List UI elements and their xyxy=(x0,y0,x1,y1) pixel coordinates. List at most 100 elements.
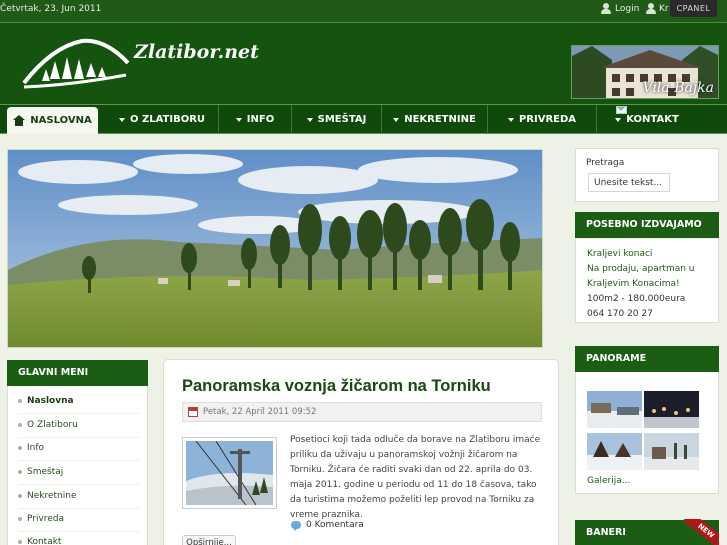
featured-link[interactable]: Kraljevi konaci xyxy=(587,247,707,262)
featured-heading: POSEBNO IZDVAJAMO xyxy=(575,212,719,238)
panorame-heading: PANORAME xyxy=(575,346,719,372)
chevron-down-icon xyxy=(507,117,514,122)
bullet-icon xyxy=(18,540,22,544)
cable-car-photo xyxy=(186,440,273,506)
comments-link[interactable]: 0 Komentara xyxy=(291,520,364,531)
featured-text-2: Kraljevim Konacima! xyxy=(587,279,680,289)
chevron-down-icon xyxy=(118,117,125,122)
nav-o-zlatiboru[interactable]: O ZLATIBORU xyxy=(106,105,219,134)
menu-divider xyxy=(18,508,139,509)
main-nav: NASLOVNA O ZLATIBORU INFO SMEŠTAJ NEKRET… xyxy=(0,104,727,134)
register-link[interactable]: Kr xyxy=(646,3,669,14)
nav-label: INFO xyxy=(246,114,275,125)
menu-item-label: O Zlatiboru xyxy=(27,420,78,430)
new-badge: NEW xyxy=(684,519,719,545)
article-title[interactable]: Panoramska voznja žičarom na Torniku xyxy=(182,377,491,396)
featured-text-1: Na prodaju, apartman u xyxy=(587,264,695,274)
chevron-down-icon xyxy=(306,117,313,122)
bullet-icon xyxy=(18,446,22,450)
gallery-link[interactable]: Galerija... xyxy=(587,476,630,486)
menu-item-nekretnine[interactable]: Nekretnine xyxy=(18,491,77,501)
bullet-icon xyxy=(18,399,22,403)
search-label: Pretraga xyxy=(586,158,625,168)
bullet-icon xyxy=(18,517,22,521)
menu-item-kontakt[interactable]: Kontakt xyxy=(18,537,61,545)
menu-item-label: Nekretnine xyxy=(27,491,77,501)
search-module: Pretraga Unesite tekst... xyxy=(575,148,719,202)
villa-banner[interactable]: Vila Bajka xyxy=(571,45,719,99)
menu-item-info[interactable]: Info xyxy=(18,443,44,453)
menu-divider xyxy=(18,437,139,438)
menu-item-privreda[interactable]: Privreda xyxy=(18,514,64,524)
nav-kontakt[interactable]: KONTAKT xyxy=(597,105,697,134)
read-more-button[interactable]: Opširnije... xyxy=(182,535,236,545)
comments-count: 0 Komentara xyxy=(306,520,364,530)
current-date: Četvrtak, 23. Jun 2011 xyxy=(0,4,102,14)
nav-info[interactable]: INFO xyxy=(219,105,292,134)
chevron-down-icon xyxy=(235,117,242,122)
article-body: Posetioci koji tada odluče da borave na … xyxy=(290,435,541,520)
article-card: Panoramska voznja žičarom na Torniku Pet… xyxy=(163,359,559,545)
nav-label: NEKRETNINE xyxy=(404,114,476,125)
main-menu: Naslovna O Zlatiboru Info Smeštaj Nekret… xyxy=(7,386,148,545)
nav-smestaj[interactable]: SMEŠTAJ xyxy=(292,105,382,134)
villa-caption: Vila Bajka xyxy=(642,80,714,96)
nav-nekretnine[interactable]: NEKRETNINE xyxy=(382,105,488,134)
menu-divider xyxy=(18,531,139,532)
nav-privreda[interactable]: PRIVREDA xyxy=(488,105,597,134)
chevron-down-icon xyxy=(615,117,622,122)
main-menu-heading: GLAVNI MENI xyxy=(7,360,148,386)
featured-box: Kraljevi konaci Na prodaju, apartman u K… xyxy=(575,239,719,323)
menu-item-label: Info xyxy=(27,443,45,453)
nav-label: SMEŠTAJ xyxy=(317,114,367,125)
nav-naslovna[interactable]: NASLOVNA xyxy=(7,107,98,134)
menu-item-label: Naslovna xyxy=(27,396,74,406)
hero-landscape-image xyxy=(7,149,543,348)
panorame-box: Galerija... xyxy=(575,372,719,494)
mountain-logo-icon xyxy=(22,38,130,89)
nav-label: KONTAKT xyxy=(626,114,679,125)
menu-item-label: Privreda xyxy=(27,514,65,524)
login-link[interactable]: Login xyxy=(601,3,639,14)
brand-name: Zlatibor.net xyxy=(134,41,259,63)
user-icon xyxy=(601,3,611,14)
featured-phone: 064 170 20 27 xyxy=(587,309,653,319)
mail-icon xyxy=(616,106,627,114)
menu-divider xyxy=(18,460,139,461)
article-meta: Petak, 22 April 2011 09:52 xyxy=(182,402,542,422)
calendar-icon xyxy=(188,407,198,417)
new-badge-label: NEW xyxy=(684,519,719,545)
nav-label: PRIVREDA xyxy=(518,114,577,125)
bullet-icon xyxy=(18,494,22,498)
landscape-photo xyxy=(8,150,542,347)
nav-label: O ZLATIBORU xyxy=(129,114,206,125)
register-label: Kr xyxy=(659,3,669,14)
menu-item-label: Smeštaj xyxy=(27,467,64,477)
chevron-down-icon xyxy=(393,117,400,122)
cpanel-button[interactable]: CPANEL xyxy=(670,0,717,17)
site-header: Zlatibor.net Vila Bajka xyxy=(0,22,727,104)
article-date: Petak, 22 April 2011 09:52 xyxy=(203,407,317,417)
add-user-icon xyxy=(646,3,656,14)
top-bar: Četvrtak, 23. Jun 2011 Login Kr CPANEL xyxy=(0,0,727,22)
menu-divider xyxy=(18,413,139,414)
panorama-thumb[interactable] xyxy=(587,433,642,470)
menu-item-naslovna[interactable]: Naslovna xyxy=(18,396,74,406)
comment-icon xyxy=(291,521,301,531)
search-input[interactable]: Unesite tekst... xyxy=(588,173,670,192)
login-label: Login xyxy=(615,3,640,14)
nav-label: NASLOVNA xyxy=(30,115,92,126)
panorama-thumb[interactable] xyxy=(644,433,699,470)
bullet-icon xyxy=(18,423,22,427)
menu-item-smestaj[interactable]: Smeštaj xyxy=(18,467,63,477)
article-image[interactable] xyxy=(182,437,277,509)
site-logo[interactable]: Zlatibor.net xyxy=(22,33,259,95)
featured-price: 100m2 - 180.000eura xyxy=(587,294,686,304)
menu-item-o-zlatiboru[interactable]: O Zlatiboru xyxy=(18,420,78,430)
panorama-thumb[interactable] xyxy=(587,391,642,428)
menu-divider xyxy=(18,484,139,485)
panorama-thumb[interactable] xyxy=(644,391,699,428)
bullet-icon xyxy=(18,470,22,474)
home-icon xyxy=(13,115,26,126)
menu-item-label: Kontakt xyxy=(27,537,62,545)
